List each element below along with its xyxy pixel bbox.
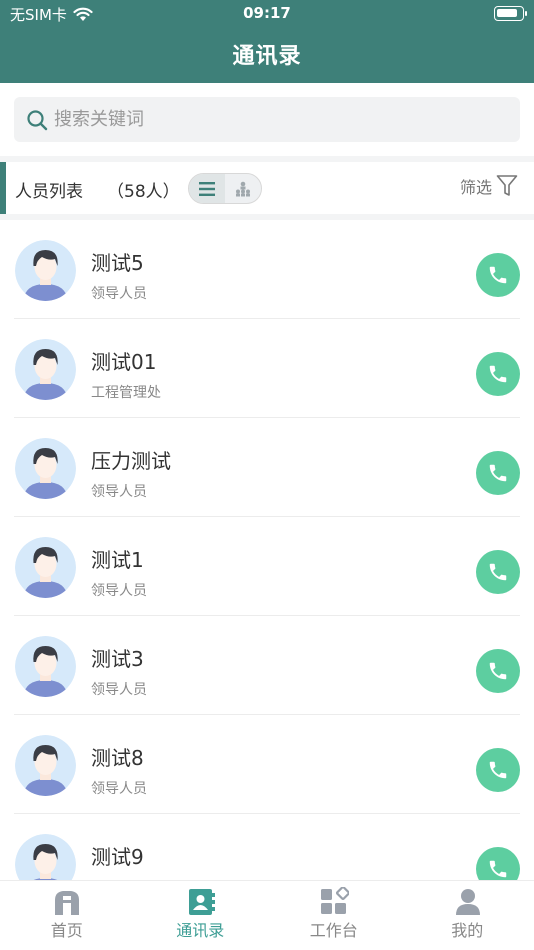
filter-icon: [496, 175, 518, 196]
list-title: 人员列表: [15, 182, 83, 202]
org-chart-icon: [236, 181, 250, 196]
phone-icon: [487, 561, 509, 583]
call-button[interactable]: [476, 451, 520, 495]
contact-name: 测试5: [91, 251, 144, 275]
profile-icon: [455, 889, 480, 915]
avatar: [15, 537, 76, 598]
avatar: [15, 834, 76, 880]
list-count: （58人）: [107, 182, 180, 202]
contact-row[interactable]: 测试3 领导人员: [0, 616, 534, 715]
contact-name: 测试8: [91, 746, 144, 770]
call-button[interactable]: [476, 253, 520, 297]
contact-row[interactable]: 测试5 领导人员: [0, 220, 534, 319]
phone-icon: [487, 462, 509, 484]
workbench-icon: [321, 887, 349, 914]
tab-label: 通讯录: [176, 921, 225, 940]
filter-button[interactable]: 筛选: [460, 174, 518, 198]
filter-label: 筛选: [459, 178, 492, 197]
contact-name: 测试9: [91, 845, 144, 869]
app-header: 无SIM卡 09:17 通讯录: [0, 0, 534, 83]
contact-name: 测试3: [91, 647, 144, 671]
phone-icon: [487, 660, 509, 682]
contact-name: 测试01: [91, 350, 157, 374]
clock: 09:17: [243, 4, 291, 22]
contact-row[interactable]: 测试8 领导人员: [0, 715, 534, 814]
contact-row[interactable]: 测试01 工程管理处: [0, 319, 534, 418]
avatar: [15, 339, 76, 400]
contact-row[interactable]: 压力测试 领导人员: [0, 418, 534, 517]
avatar: [15, 240, 76, 301]
call-button[interactable]: [476, 748, 520, 792]
list-icon: [199, 181, 215, 196]
phone-icon: [487, 264, 509, 286]
phone-icon: [487, 759, 509, 781]
call-button[interactable]: [476, 847, 520, 880]
tab-workbench[interactable]: 工作台: [267, 881, 401, 950]
avatar: [15, 735, 76, 796]
avatar: [15, 636, 76, 697]
status-bar: 无SIM卡 09:17: [0, 0, 534, 30]
page-title: 通讯录: [232, 44, 302, 69]
search-bar[interactable]: [14, 97, 520, 142]
contact-row[interactable]: 测试1 领导人员: [0, 517, 534, 616]
tab-label: 我的: [451, 921, 484, 940]
avatar: [15, 438, 76, 499]
tab-label: 首页: [50, 921, 83, 940]
list-header: 人员列表 （58人） 筛选: [0, 162, 534, 214]
tab-label: 工作台: [309, 921, 358, 940]
phone-icon: [487, 363, 509, 385]
contact-list: 测试5 领导人员 测试01 工程管理处 压力测试 领导人员 测试1 领导人员 测试3 领导人员 测试…: [0, 220, 534, 880]
call-button[interactable]: [476, 649, 520, 693]
home-icon: [55, 891, 79, 915]
view-toggle: [188, 173, 262, 204]
contact-name: 测试1: [91, 548, 144, 572]
list-view-button[interactable]: [189, 174, 225, 203]
search-input[interactable]: [54, 109, 494, 130]
contact-row[interactable]: 测试9: [0, 814, 534, 880]
tab-profile[interactable]: 我的: [401, 881, 534, 950]
battery-icon: [494, 6, 527, 21]
search-icon: [27, 109, 48, 130]
contact-department: 领导人员: [91, 682, 147, 698]
contact-department: 领导人员: [91, 583, 147, 599]
contact-department: 领导人员: [91, 286, 147, 302]
call-button[interactable]: [476, 352, 520, 396]
phone-icon: [487, 858, 509, 880]
contact-department: 领导人员: [91, 781, 147, 797]
contacts-icon: [188, 889, 215, 915]
contact-name: 压力测试: [91, 449, 171, 473]
tab-bar: 首页 通讯录 工作台 我的: [0, 880, 534, 950]
tab-contacts[interactable]: 通讯录: [134, 881, 268, 950]
call-button[interactable]: [476, 550, 520, 594]
org-view-button[interactable]: [225, 174, 261, 203]
accent-bar: [0, 162, 6, 214]
tab-home[interactable]: 首页: [0, 881, 134, 950]
contact-department: 领导人员: [91, 484, 147, 500]
contact-department: 工程管理处: [91, 385, 161, 401]
